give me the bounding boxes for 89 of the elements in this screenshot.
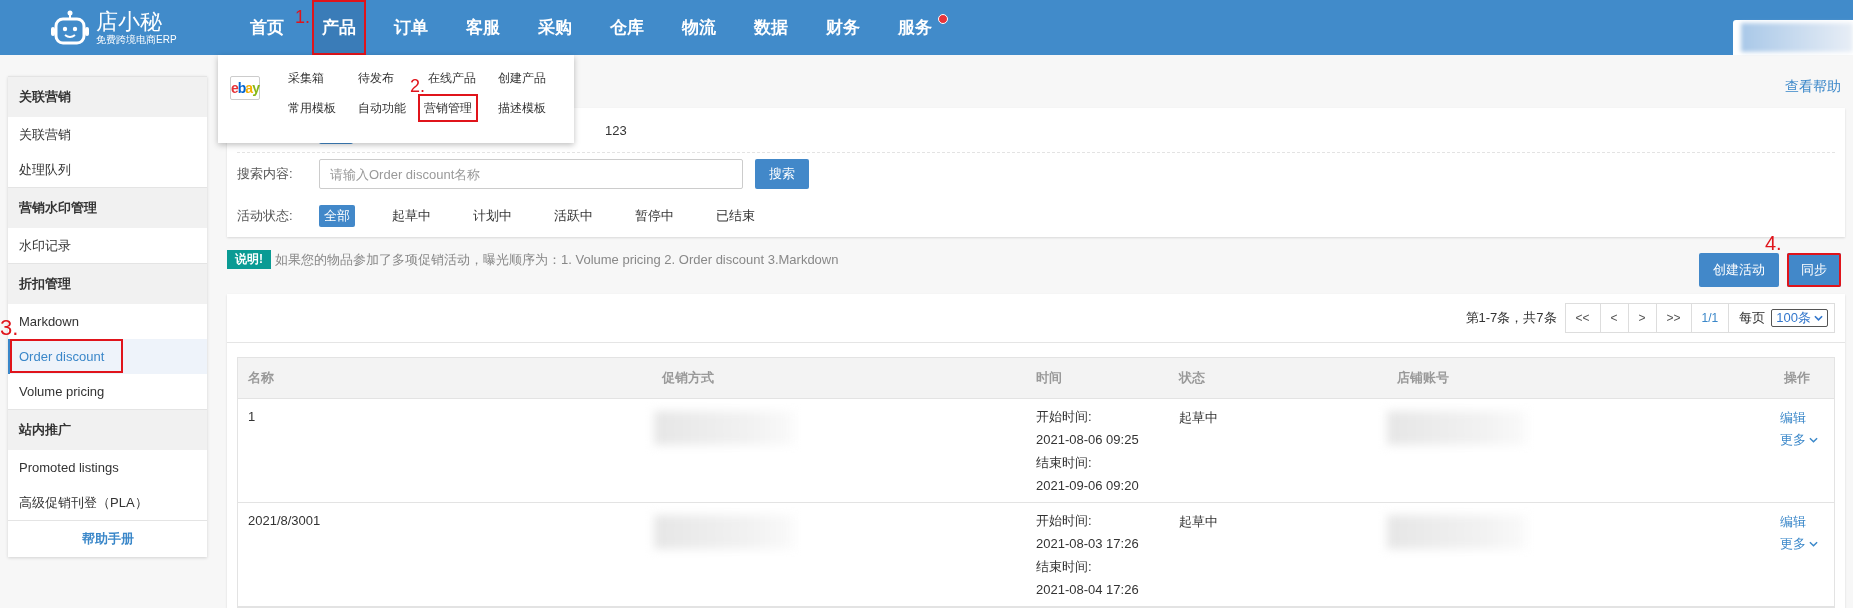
time-value: 2021-08-04 17:26 bbox=[1036, 581, 1139, 599]
column-header: 促销方式 bbox=[660, 369, 715, 387]
search-field[interactable]: 请输入Order discount名称 bbox=[319, 159, 743, 190]
annotation-number: 1. bbox=[295, 8, 310, 26]
nav-tab[interactable]: 首页 bbox=[240, 0, 294, 55]
sidebar-item[interactable]: 处理队列 bbox=[19, 152, 207, 187]
time-label: 结束时间: bbox=[1036, 454, 1092, 472]
notice-text: 如果您的物品参加了多项促销活动，曝光顺序为：1. Volume pricing 2. Order discount 3.Markdown bbox=[275, 250, 839, 269]
column-header: 时间 bbox=[1035, 369, 1063, 387]
help-manual-link[interactable]: 帮助手册 bbox=[8, 520, 207, 557]
nav-tab[interactable]: 采购 bbox=[528, 0, 582, 55]
sidebar-item[interactable]: Promoted listings bbox=[19, 450, 207, 485]
edit-link[interactable]: 编辑 bbox=[1780, 409, 1806, 427]
status-filter[interactable]: 已结束 bbox=[711, 205, 760, 228]
search-label: 搜索内容: bbox=[237, 165, 294, 184]
logo-name: 店小秘 bbox=[96, 9, 163, 34]
time-value: 2021-09-06 09:20 bbox=[1036, 477, 1139, 495]
nav-tab[interactable]: 仓库 bbox=[600, 0, 654, 55]
chevron-down-icon bbox=[1809, 541, 1818, 547]
status-filter[interactable]: 暂停中 bbox=[630, 205, 679, 228]
chevron-down-icon bbox=[1814, 315, 1823, 321]
sidebar-group-title: 关联营销 bbox=[8, 76, 207, 117]
column-header: 操作 bbox=[1783, 369, 1811, 387]
nav-tab[interactable]: 物流 bbox=[672, 0, 726, 55]
menu-link[interactable]: 营销管理 bbox=[417, 94, 478, 122]
menu-link[interactable]: 创建产品 bbox=[493, 70, 550, 86]
status-filter[interactable]: 活跃中 bbox=[549, 205, 598, 228]
menu-link[interactable]: 待发布 bbox=[353, 70, 398, 86]
help-link[interactable]: 查看帮助 bbox=[1785, 77, 1841, 96]
search-button[interactable]: 搜索 bbox=[755, 159, 809, 190]
logo-tagline: 免费跨境电商ERP bbox=[96, 33, 177, 46]
sidebar-item[interactable]: 水印记录 bbox=[19, 228, 207, 263]
ebay-logo[interactable]: ebay bbox=[230, 76, 260, 100]
sidebar-group-title: 折扣管理 bbox=[8, 263, 207, 304]
nav-tab[interactable]: 产品 bbox=[312, 0, 366, 55]
menu-link[interactable]: 自动功能 bbox=[353, 100, 410, 116]
page-button[interactable]: << bbox=[1565, 304, 1601, 332]
status-filter[interactable]: 全部 bbox=[319, 205, 355, 228]
column-header: 店铺账号 bbox=[1396, 369, 1450, 387]
sidebar-item[interactable]: 高级促销刊登（PLA） bbox=[19, 485, 207, 520]
user-account-area[interactable] bbox=[1733, 20, 1853, 55]
nav-tab[interactable]: 财务 bbox=[816, 0, 870, 55]
time-label: 开始时间: bbox=[1036, 512, 1092, 530]
status-label: 活动状态: bbox=[237, 207, 294, 226]
chevron-down-icon bbox=[1809, 437, 1818, 443]
time-value: 2021-08-03 17:26 bbox=[1036, 535, 1139, 553]
page-button[interactable]: > bbox=[1628, 304, 1657, 332]
nav-tab[interactable]: 服务 bbox=[888, 0, 942, 55]
more-link[interactable]: 更多 bbox=[1780, 535, 1818, 553]
sidebar-group-title: 站内推广 bbox=[8, 409, 207, 450]
status-text: 起草中 bbox=[1179, 410, 1218, 425]
time-label: 开始时间: bbox=[1036, 408, 1092, 426]
sidebar-item[interactable]: Order discount bbox=[8, 339, 207, 374]
page-button[interactable]: < bbox=[1600, 304, 1629, 332]
time-label: 结束时间: bbox=[1036, 558, 1092, 576]
account-name: 123 bbox=[605, 122, 627, 138]
sidebar-group-title: 营销水印管理 bbox=[8, 187, 207, 228]
notice-badge: 说明! bbox=[227, 250, 271, 270]
more-link[interactable]: 更多 bbox=[1780, 431, 1818, 449]
menu-link[interactable]: 在线产品 bbox=[423, 70, 480, 86]
menu-link[interactable]: 采集箱 bbox=[283, 70, 328, 86]
nav-tab[interactable]: 客服 bbox=[456, 0, 510, 55]
sidebar-item[interactable]: Volume pricing bbox=[19, 374, 207, 409]
action-button[interactable]: 同步 bbox=[1787, 252, 1841, 287]
annotation-number: 3. bbox=[0, 317, 19, 339]
nav-tab[interactable]: 数据 bbox=[744, 0, 798, 55]
column-header: 名称 bbox=[247, 369, 275, 387]
annotation-number: 2. bbox=[409, 78, 425, 94]
sidebar-item[interactable]: Markdown bbox=[19, 304, 207, 339]
annotation-number: 4. bbox=[1765, 232, 1782, 253]
table-cell: 2021/8/3001 bbox=[248, 513, 321, 528]
page-button[interactable]: >> bbox=[1656, 304, 1692, 332]
status-filter[interactable]: 起草中 bbox=[387, 205, 436, 228]
menu-link[interactable]: 常用模板 bbox=[283, 100, 340, 116]
per-page-label: 每页 bbox=[1738, 309, 1767, 327]
status-filter[interactable]: 计划中 bbox=[468, 205, 517, 228]
pagination-summary: 第1-7条，共7条 bbox=[1465, 309, 1557, 327]
column-header: 状态 bbox=[1177, 369, 1206, 387]
menu-link[interactable]: 描述模板 bbox=[493, 100, 550, 116]
robot-logo-icon bbox=[50, 9, 90, 46]
action-button[interactable]: 创建活动 bbox=[1699, 252, 1779, 287]
per-page-select[interactable]: 100条 bbox=[1771, 309, 1828, 327]
sidebar-item[interactable]: 关联营销 bbox=[19, 117, 207, 152]
time-value: 2021-08-06 09:25 bbox=[1036, 431, 1139, 449]
nav-tab[interactable]: 订单 bbox=[384, 0, 438, 55]
table-cell: 1 bbox=[248, 409, 256, 424]
edit-link[interactable]: 编辑 bbox=[1780, 513, 1806, 531]
status-text: 起草中 bbox=[1179, 514, 1218, 529]
page-number[interactable]: 1/1 bbox=[1691, 304, 1730, 332]
